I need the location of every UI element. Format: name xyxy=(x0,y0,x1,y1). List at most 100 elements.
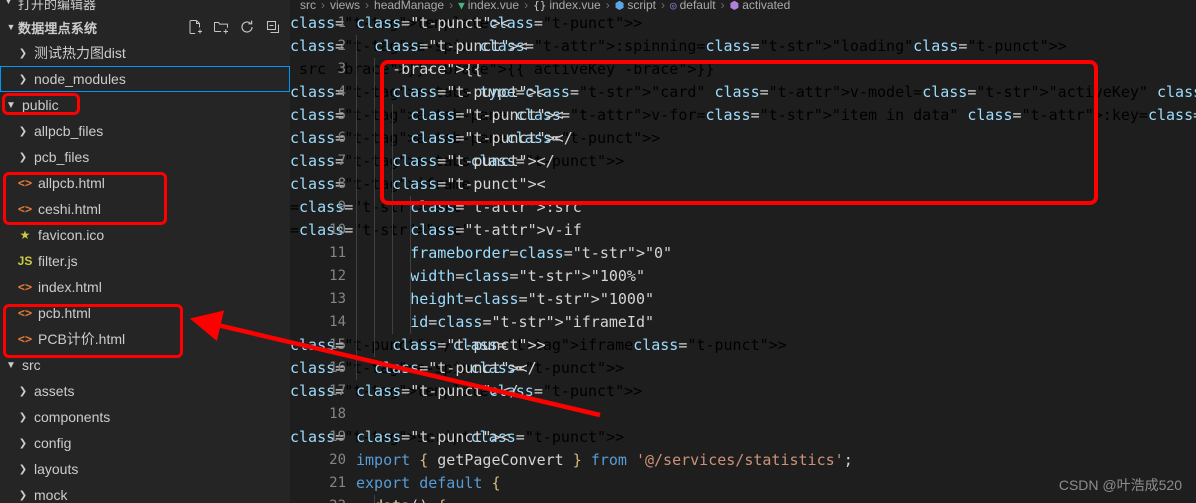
tree-item-node_modules[interactable]: ❯ node_modules xyxy=(0,66,290,92)
tree-item-PCB.html[interactable]: <> PCB计价.html xyxy=(0,326,290,352)
braces-icon: {} xyxy=(533,0,547,12)
tree-item-label: assets xyxy=(34,383,75,399)
project-name-label: 数据埋点系统 xyxy=(18,20,98,36)
chevron-down-icon: ▼ xyxy=(6,359,16,371)
line-number: 18 xyxy=(329,406,346,422)
breadcrumb-item-headManage[interactable]: headManage xyxy=(374,0,444,12)
breadcrumb-item-views[interactable]: views xyxy=(330,0,360,12)
line-text: data() { xyxy=(356,495,446,503)
js-file-icon: JS xyxy=(17,254,33,268)
open-editors-label: 打开的编辑器 xyxy=(18,0,97,12)
tree-item-src[interactable]: ▼ src xyxy=(0,352,290,378)
chevron-right-icon: ❯ xyxy=(18,47,28,59)
tree-item-mock[interactable]: ❯ mock xyxy=(0,482,290,503)
line-text xyxy=(356,403,365,426)
breadcrumb-separator: › xyxy=(605,0,610,12)
open-editors-section[interactable]: ▼ 打开的编辑器 xyxy=(0,0,290,14)
tree-item-label: PCB计价.html xyxy=(38,331,126,347)
code-line[interactable]: 18 xyxy=(290,403,1196,426)
refresh-icon[interactable] xyxy=(238,18,256,36)
code-line[interactable]: 6 class="t-punct"></class="t-tag">a-tab-… xyxy=(290,127,1196,150)
chevron-down-icon: ▼ xyxy=(6,22,16,32)
code-line[interactable]: 13 height=class="t-str">"1000" xyxy=(290,288,1196,311)
code-line[interactable]: 4 class="t-punct">< class="t-tag">a-tabs … xyxy=(290,81,1196,104)
watermark: CSDN @叶浩成520 xyxy=(1058,477,1182,493)
code-line[interactable]: 17 class="t-punct"></class="t-tag">templa… xyxy=(290,380,1196,403)
code-line[interactable]: 5 class="t-punct">< class="t-tag">a-tab-p… xyxy=(290,104,1196,127)
code-content[interactable]: 1 class="t-punct">< class="t-tag">template… xyxy=(290,12,1196,503)
breadcrumb-item-activated[interactable]: ⬢ activated xyxy=(730,0,791,12)
line-number: 13 xyxy=(329,291,346,307)
tree-item-favicon.ico[interactable]: ★ favicon.ico xyxy=(0,222,290,248)
tree-item-ceshi.html[interactable]: <> ceshi.html xyxy=(0,196,290,222)
line-number: 20 xyxy=(329,452,346,468)
code-line[interactable]: 10 class="t-attr">v-if =class="t-str">"sr… xyxy=(290,219,1196,242)
breadcrumb-item-src[interactable]: src xyxy=(300,0,316,12)
code-line[interactable]: 20 import { getPageConvert } from '@/serv… xyxy=(290,449,1196,472)
code-line[interactable]: 7 class="t-punct"></class="t-tag">a-tabs… xyxy=(290,150,1196,173)
line-number: 3 xyxy=(337,61,346,77)
line-text: class="t-punct">< xyxy=(356,428,510,446)
code-line[interactable]: 19 class="t-punct">< class="t-tag">scriptc… xyxy=(290,426,1196,449)
line-number: 1 xyxy=(337,15,346,31)
line-text: import { getPageConvert } from '@/servic… xyxy=(356,451,853,469)
code-line[interactable]: 14 id=class="t-str">"iframeId" xyxy=(290,311,1196,334)
code-line[interactable]: 3 -brace">{{ src -brace">}}--brace">{{ a… xyxy=(290,58,1196,81)
file-tree: ❯ 测试热力图dist ❯ node_modules ▼ public ❯ allpcb_fi… xyxy=(0,40,290,503)
tree-item-layouts[interactable]: ❯ layouts xyxy=(0,456,290,482)
line-text: class="t-punct">< xyxy=(410,106,564,124)
tree-item-allpcb.html[interactable]: <> allpcb.html xyxy=(0,170,290,196)
code-line[interactable]: 15 class="t-punct">> class="t-punct"></cl… xyxy=(290,334,1196,357)
tree-item-assets[interactable]: ❯ assets xyxy=(0,378,290,404)
breadcrumb-item-default[interactable]: ◎ default xyxy=(670,0,716,12)
code-line[interactable]: 11 frameborder=class="t-str">"0" xyxy=(290,242,1196,265)
breadcrumb-separator: › xyxy=(449,0,454,12)
tree-item-components[interactable]: ❯ components xyxy=(0,404,290,430)
tree-item-label: mock xyxy=(34,487,68,503)
html-file-icon: <> xyxy=(17,306,33,320)
code-line[interactable]: 8 class="t-punct">< class="t-tag">iframe xyxy=(290,173,1196,196)
line-number: 4 xyxy=(337,84,346,100)
code-line[interactable]: 16 class="t-punct"></class="t-tag">a-spi… xyxy=(290,357,1196,380)
tree-item-pcb_files[interactable]: ❯ pcb_files xyxy=(0,144,290,170)
breadcrumb-item-script[interactable]: ⬢ script xyxy=(615,0,656,12)
line-number: 16 xyxy=(329,360,346,376)
chevron-right-icon: ❯ xyxy=(18,411,28,423)
breadcrumb-item-label: index.vue xyxy=(549,0,601,12)
tree-item-pcb.html[interactable]: <> pcb.html xyxy=(0,300,290,326)
collapse-all-icon[interactable] xyxy=(264,18,282,36)
tree-item-allpcb_files[interactable]: ❯ allpcb_files xyxy=(0,118,290,144)
chevron-down-icon: ▼ xyxy=(4,0,13,6)
line-text: class="t-attr">:src xyxy=(410,198,582,216)
new-folder-icon[interactable] xyxy=(212,18,230,36)
project-section-header[interactable]: ▼ 数据埋点系统 xyxy=(0,14,290,40)
code-line[interactable]: 9 class="t-attr">:src =class="t-str">"src… xyxy=(290,196,1196,219)
tree-item-label: pcb_files xyxy=(34,149,90,165)
tree-item-config[interactable]: ❯ config xyxy=(0,430,290,456)
breadcrumb-item-label: activated xyxy=(742,0,791,12)
breadcrumb-item-label: script xyxy=(627,0,656,12)
breadcrumb-item-label: views xyxy=(330,0,361,12)
tree-item-label: index.html xyxy=(38,279,102,295)
favicon-file-icon: ★ xyxy=(19,228,31,242)
code-line[interactable]: 1 class="t-punct">< class="t-tag">template… xyxy=(290,12,1196,35)
breadcrumb-separator: › xyxy=(660,0,665,12)
code-line[interactable]: 2 class="t-punct">< class="t-tag">a-spin … xyxy=(290,35,1196,58)
tree-item-filter.js[interactable]: JS filter.js xyxy=(0,248,290,274)
new-file-icon[interactable] xyxy=(186,18,204,36)
breadcrumb-separator: › xyxy=(365,0,370,12)
breadcrumb-item-indexvue[interactable]: {} index.vue xyxy=(533,0,601,12)
code-line[interactable]: 22 data() { xyxy=(290,495,1196,503)
breadcrumb-item-indexvue[interactable]: ▼ index.vue xyxy=(458,0,519,12)
tree-item-public[interactable]: ▼ public xyxy=(0,92,290,118)
line-number: 5 xyxy=(337,107,346,123)
tree-item-label: 测试热力图dist xyxy=(34,45,126,61)
line-number: 7 xyxy=(337,153,346,169)
line-text: class="t-punct">< xyxy=(392,83,546,101)
tree-item-dist[interactable]: ❯ 测试热力图dist xyxy=(0,40,290,66)
default-symbol-icon: ◎ xyxy=(669,0,677,12)
script-symbol-icon: ⬢ xyxy=(614,0,625,12)
tree-item-index.html[interactable]: <> index.html xyxy=(0,274,290,300)
code-line[interactable]: 12 width=class="t-str">"100%" xyxy=(290,265,1196,288)
line-number: 14 xyxy=(329,314,346,330)
